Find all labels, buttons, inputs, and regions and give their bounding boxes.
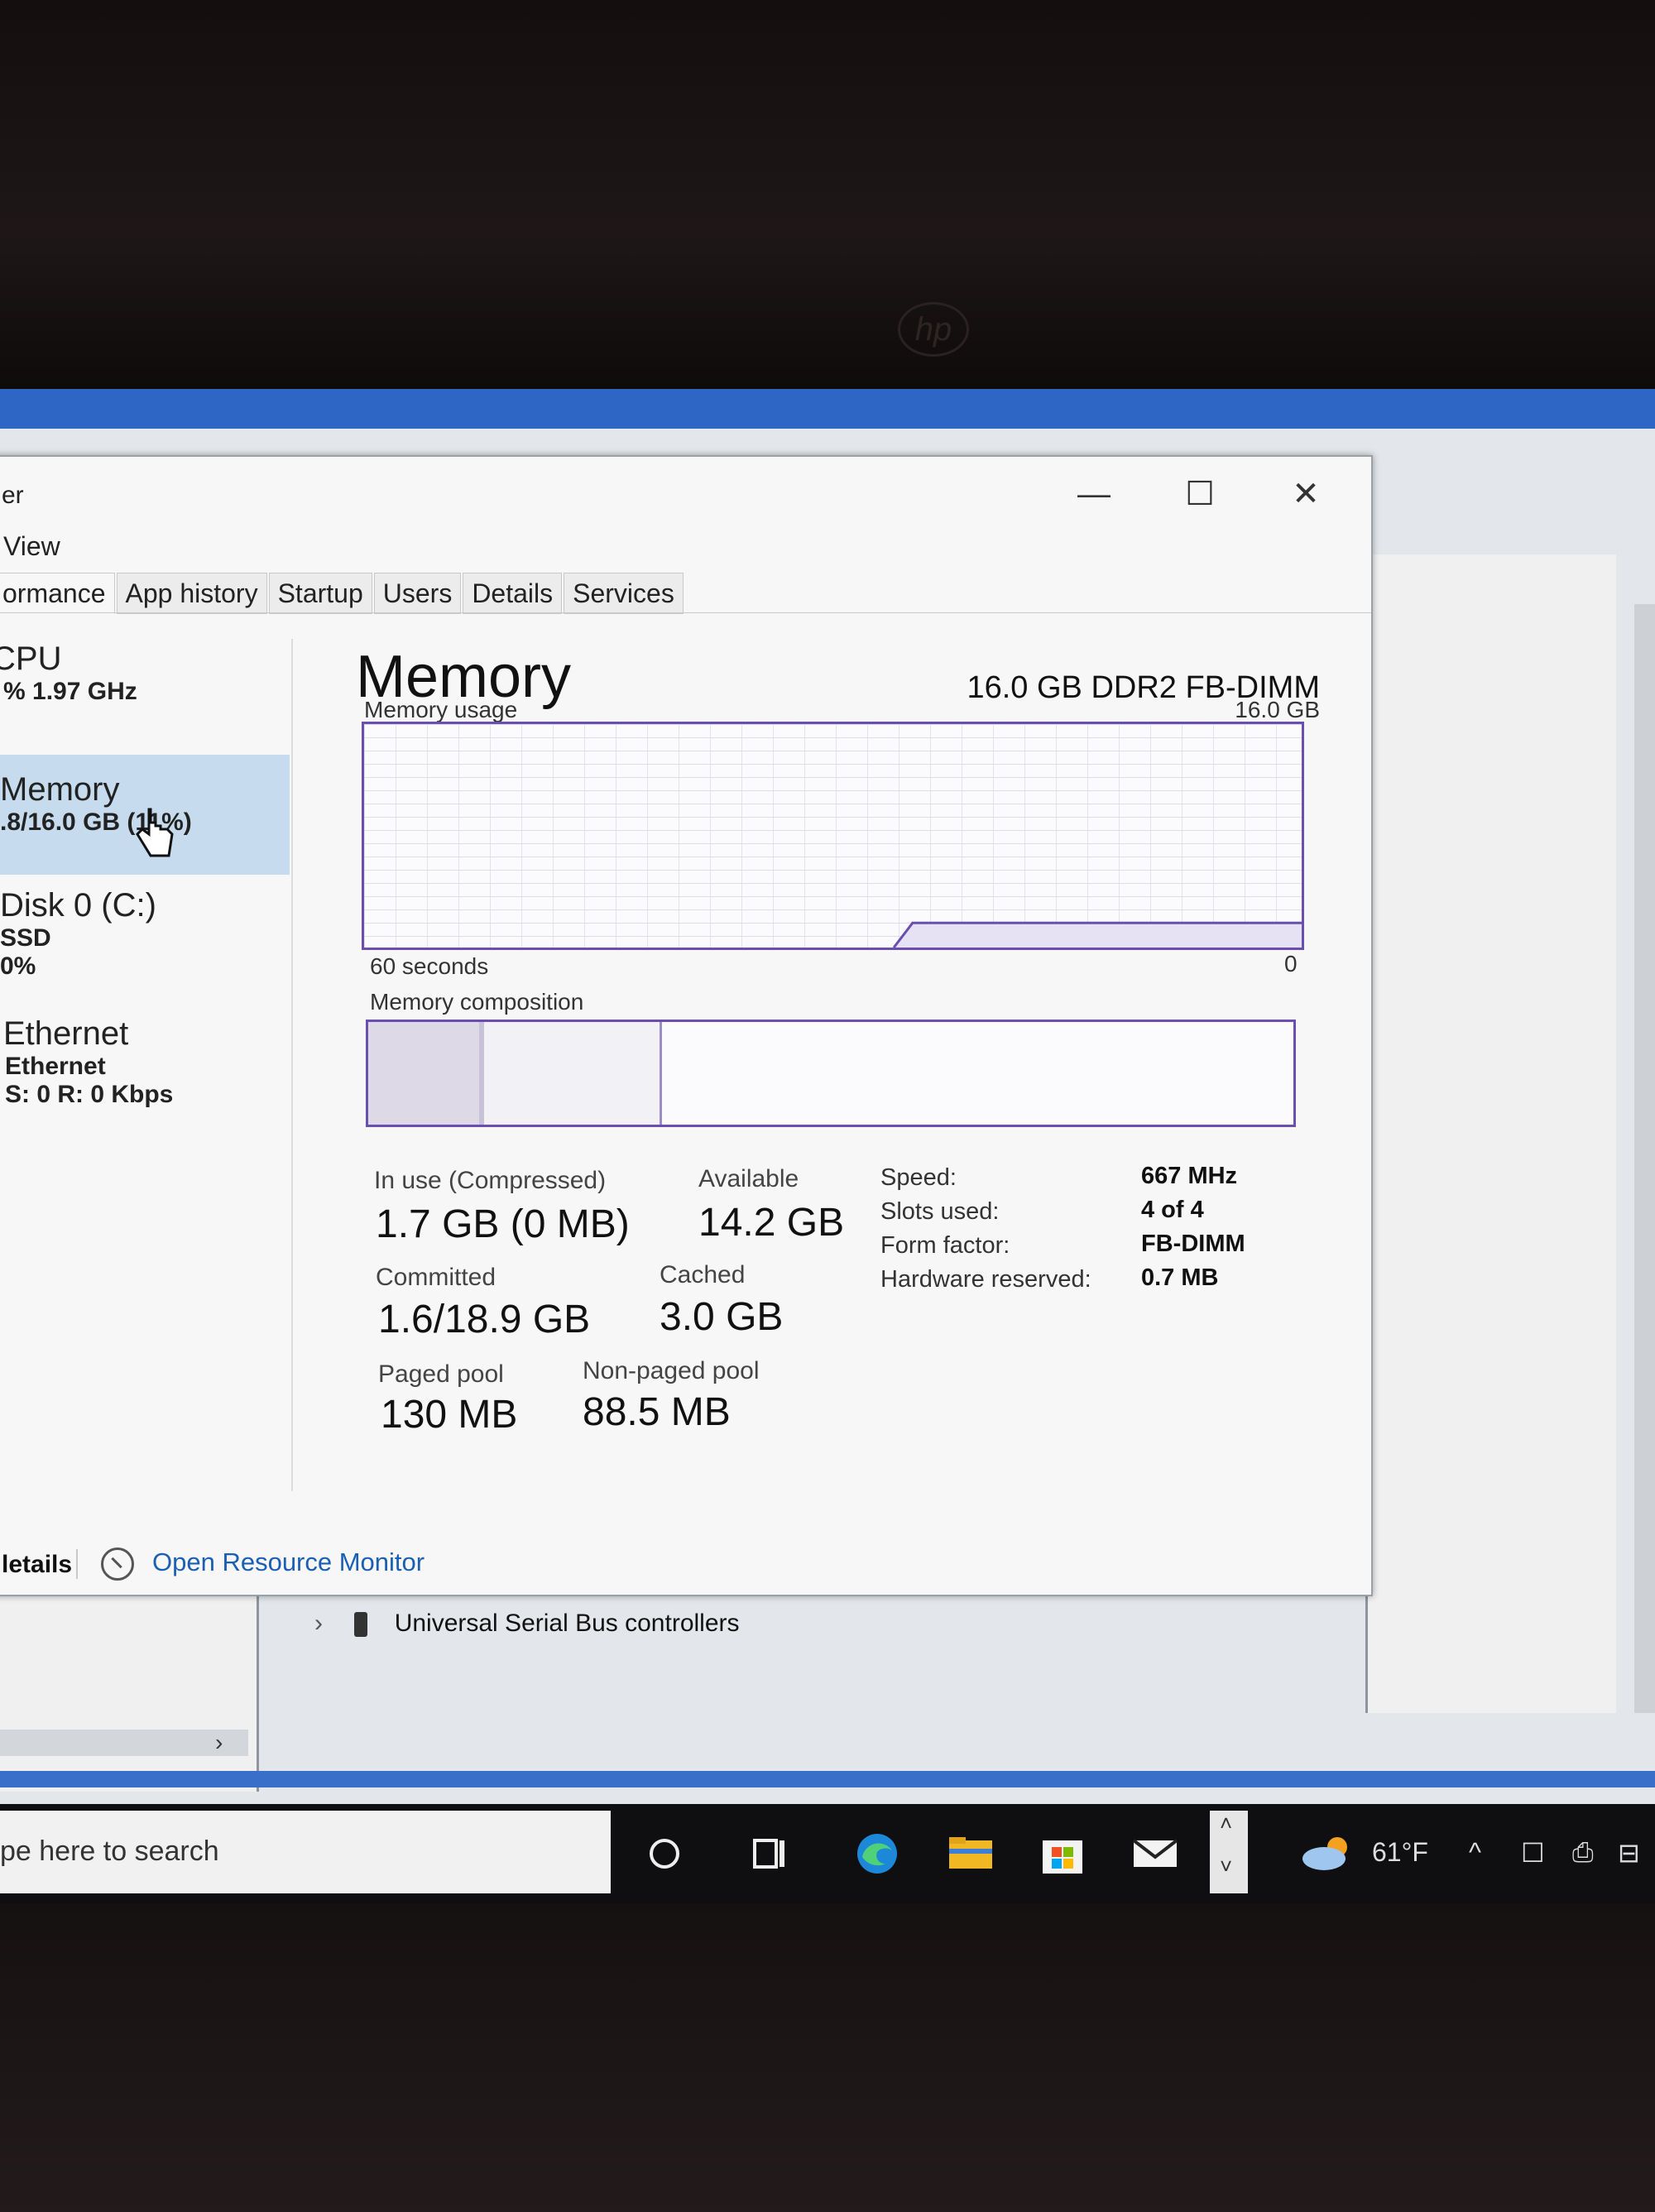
sidebar-item-detail: SSD — [0, 924, 51, 952]
menu-view[interactable]: View — [3, 531, 60, 562]
show-hidden-icons-icon[interactable]: ^ — [1469, 1837, 1481, 1868]
device-manager-left-pane — [0, 1593, 259, 1792]
sidebar-item-memory[interactable]: Memory .8/16.0 GB (11%) — [0, 755, 290, 875]
graph-time-label: 60 seconds — [370, 953, 489, 979]
memory-composition-bar — [366, 1020, 1296, 1127]
network-icon[interactable]: ⊟ — [1618, 1837, 1640, 1869]
tab-users[interactable]: Users — [373, 573, 462, 614]
sidebar-item-label: Memory — [0, 771, 120, 808]
memory-composition-label: Memory composition — [370, 989, 584, 1015]
screen: › › Universal Serial Bus controllers er … — [0, 389, 1655, 1903]
memory-usage-graph — [362, 722, 1304, 950]
in-use-label: In use (Compressed) — [374, 1167, 607, 1194]
tab-app-history[interactable]: App history — [116, 573, 267, 614]
available-label: Available — [698, 1165, 799, 1192]
weather-temperature[interactable]: 61°F — [1372, 1837, 1428, 1868]
in-use-value: 1.7 GB (0 MB) — [376, 1202, 630, 1246]
file-explorer-icon[interactable] — [946, 1829, 995, 1879]
taskbar-scroll[interactable]: ˄ ˅ — [1210, 1811, 1248, 1893]
task-manager-window: er — ☐ ✕ View ormance App history Startu… — [0, 455, 1373, 1596]
search-placeholder: pe here to search — [0, 1835, 219, 1867]
sidebar-item-ethernet[interactable]: Ethernet Ethernet S: 0 R: 0 Kbps — [0, 1015, 290, 1123]
hardware-reserved-label: Hardware reserved: — [880, 1266, 1091, 1293]
resource-monitor-icon[interactable] — [101, 1547, 134, 1581]
tab-startup[interactable]: Startup — [268, 573, 372, 614]
speed-label: Speed: — [880, 1164, 957, 1191]
device-manager-scrollbar[interactable] — [1634, 604, 1655, 1713]
hand-cursor-icon — [136, 808, 174, 857]
desktop-strip — [0, 1771, 1655, 1787]
mail-icon[interactable] — [1130, 1829, 1180, 1879]
monitor-bezel-bottom — [0, 1903, 1655, 2212]
window-title: er — [2, 482, 24, 509]
slots-used-label: Slots used: — [880, 1198, 1000, 1225]
memory-usage-max: 16.0 GB — [1235, 697, 1320, 722]
open-resource-monitor-link[interactable]: Open Resource Monitor — [152, 1547, 425, 1577]
chevron-up-icon[interactable]: ˄ — [1220, 1811, 1232, 1836]
non-paged-pool-label: Non-paged pool — [583, 1357, 760, 1384]
sidebar-divider — [291, 639, 293, 1491]
form-factor-label: Form factor: — [880, 1232, 1010, 1259]
sidebar-item-label: Disk 0 (C:) — [0, 887, 156, 924]
hp-logo: hp — [898, 302, 969, 357]
composition-in-use[interactable] — [368, 1022, 482, 1125]
committed-label: Committed — [376, 1264, 496, 1291]
sidebar-item-disk[interactable]: Disk 0 (C:) SSD 0% — [0, 887, 290, 995]
tab-strip: ormance App history Startup Users Detail… — [0, 573, 685, 614]
usage-line — [892, 921, 1302, 948]
edge-icon[interactable] — [852, 1829, 902, 1879]
search-box[interactable]: pe here to search — [0, 1811, 611, 1893]
sidebar-item-cpu[interactable]: CPU % 1.97 GHz — [0, 641, 290, 715]
store-icon[interactable] — [1038, 1829, 1087, 1879]
horizontal-scrollbar[interactable]: › — [0, 1730, 248, 1756]
graph-zero-label: 0 — [1284, 951, 1298, 976]
weather-icon[interactable] — [1299, 1829, 1357, 1879]
tree-item-usb-controllers[interactable]: › Universal Serial Bus controllers — [314, 1610, 740, 1638]
meet-now-icon[interactable]: ⎙ — [1572, 1837, 1594, 1869]
cortana-icon[interactable] — [640, 1829, 689, 1879]
maximize-button[interactable]: ☐ — [1175, 473, 1225, 515]
usb-icon — [354, 1612, 368, 1638]
close-button[interactable]: ✕ — [1281, 473, 1331, 515]
tab-divider — [0, 612, 1371, 613]
sidebar-item-detail2: 0% — [0, 952, 36, 980]
tree-item-label: Universal Serial Bus controllers — [394, 1610, 740, 1637]
background-window-titlebar — [0, 389, 1655, 429]
sidebar-item-label: Ethernet — [3, 1015, 129, 1052]
expand-chevron-icon[interactable]: › — [314, 1610, 323, 1637]
memory-usage-label: Memory usage — [364, 697, 518, 722]
footer-separator — [76, 1549, 78, 1579]
paged-pool-value: 130 MB — [381, 1393, 518, 1437]
hardware-reserved-value: 0.7 MB — [1141, 1264, 1219, 1291]
tab-details[interactable]: Details — [463, 573, 563, 614]
form-factor-value: FB-DIMM — [1141, 1231, 1245, 1257]
available-value: 14.2 GB — [698, 1201, 845, 1245]
sidebar-item-label: CPU — [0, 641, 62, 677]
cached-value: 3.0 GB — [660, 1295, 784, 1339]
scroll-right-icon[interactable]: › — [215, 1730, 223, 1756]
minimize-button[interactable]: — — [1069, 473, 1119, 515]
committed-value: 1.6/18.9 GB — [378, 1298, 591, 1341]
sidebar-item-detail: % 1.97 GHz — [3, 678, 137, 705]
tablet-icon[interactable]: ☐ — [1521, 1837, 1545, 1869]
fewer-details-link[interactable]: letails — [2, 1551, 72, 1579]
speed-value: 667 MHz — [1141, 1163, 1238, 1189]
cached-label: Cached — [660, 1261, 746, 1288]
tab-services[interactable]: Services — [564, 573, 684, 614]
monitor-bezel-top: hp — [0, 0, 1655, 389]
paged-pool-label: Paged pool — [378, 1360, 504, 1388]
sidebar-item-detail: Ethernet — [5, 1053, 106, 1080]
non-paged-pool-value: 88.5 MB — [583, 1390, 731, 1434]
slots-used-value: 4 of 4 — [1141, 1197, 1204, 1223]
device-manager-pane — [1365, 554, 1616, 1713]
composition-standby[interactable] — [483, 1022, 663, 1125]
chevron-down-icon[interactable]: ˅ — [1220, 1854, 1232, 1879]
sidebar-item-detail2: S: 0 R: 0 Kbps — [5, 1081, 174, 1108]
tab-performance[interactable]: ormance — [0, 573, 115, 614]
taskbar: pe here to search ˄ ˅ 61°F ^ ☐ ⎙ ⊟ — [0, 1804, 1655, 1903]
task-view-icon[interactable] — [746, 1829, 796, 1879]
